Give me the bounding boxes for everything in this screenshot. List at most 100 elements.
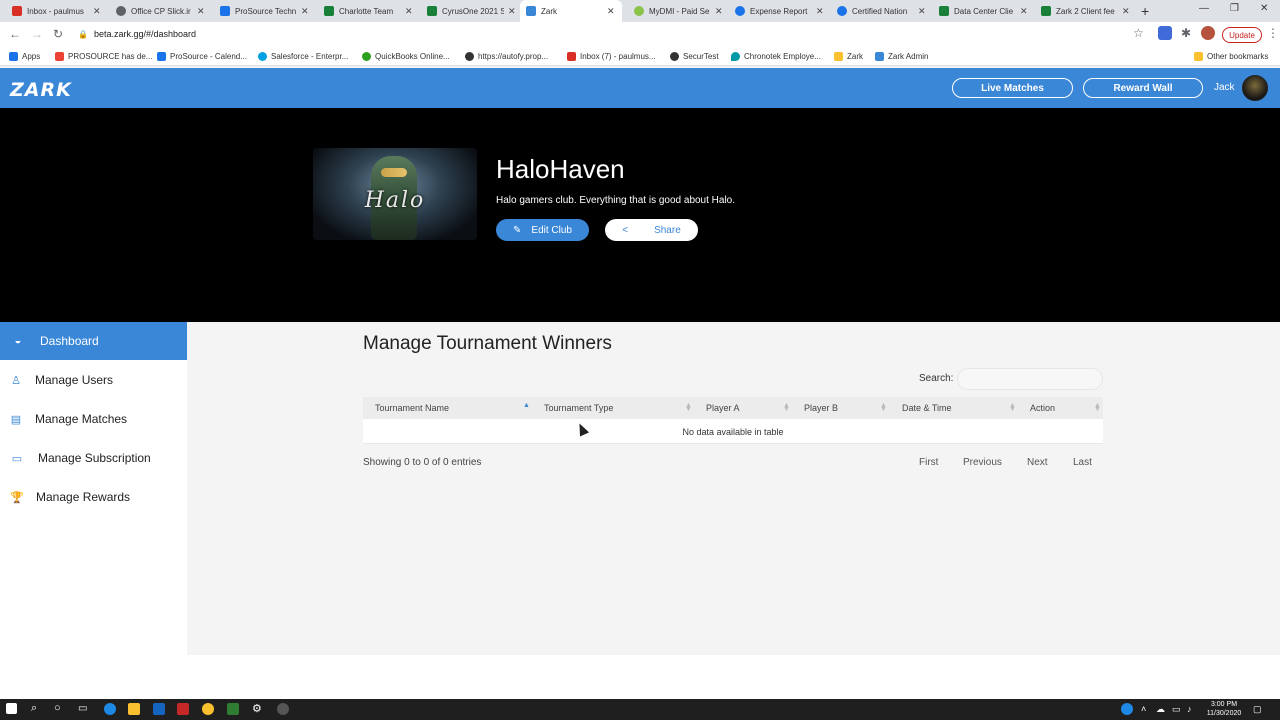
reward-wall-button[interactable]: Reward Wall (1083, 78, 1203, 98)
chrome-icon[interactable] (202, 703, 214, 715)
close-icon[interactable]: ✕ (607, 6, 615, 17)
help-icon[interactable] (1121, 703, 1133, 715)
username[interactable]: Jack (1214, 82, 1235, 93)
puzzle-icon[interactable]: ✱ (1181, 26, 1191, 40)
pagination-last[interactable]: Last (1073, 457, 1092, 468)
back-arrow-icon[interactable]: ← (9, 27, 21, 41)
task-view-icon[interactable]: ▭ (78, 703, 87, 714)
close-icon[interactable]: ✕ (301, 6, 309, 17)
app-icon[interactable] (277, 703, 289, 715)
pdf-icon[interactable] (177, 703, 189, 715)
close-icon[interactable]: ✕ (715, 6, 723, 17)
star-icon[interactable]: ☆ (1133, 26, 1144, 40)
credit-card-icon: ▭ (11, 452, 23, 465)
zark-logo[interactable]: ZARK (10, 79, 72, 101)
close-icon[interactable]: ✕ (918, 6, 926, 17)
windows-start-icon[interactable] (6, 703, 17, 714)
excel-icon[interactable] (227, 703, 239, 715)
bookmark[interactable]: Chronotek Employe... (731, 46, 821, 66)
pagination-previous[interactable]: Previous (963, 457, 1002, 468)
extension-icon[interactable] (1158, 26, 1172, 40)
live-matches-button[interactable]: Live Matches (952, 78, 1073, 98)
cloud-icon[interactable]: ☁ (1156, 704, 1165, 715)
browser-tab[interactable]: Inbox - paulmus ✕ (6, 0, 108, 22)
browser-tab[interactable]: CyrusOne 2021 S ✕ (421, 0, 523, 22)
file-explorer-icon[interactable] (128, 703, 140, 715)
close-icon[interactable]: ✕ (1122, 6, 1130, 17)
edge-icon[interactable] (104, 703, 116, 715)
restore-icon[interactable]: ❐ (1230, 3, 1239, 14)
new-tab-icon[interactable]: + (1141, 3, 1149, 19)
close-icon[interactable]: ✕ (508, 6, 516, 17)
dashboard-icon: ◒ (14, 335, 22, 347)
user-icon: ♙ (11, 374, 21, 387)
browser-tab[interactable]: Zark 2 Client fee ✕ (1035, 0, 1137, 22)
browser-tab[interactable]: Expense Report ✕ (729, 0, 831, 22)
bookmark[interactable]: https://autofy.prop... (465, 46, 548, 66)
search-input[interactable] (957, 368, 1103, 390)
browser-tab[interactable]: Certified Nation ✕ (831, 0, 933, 22)
sidebar-item-dashboard[interactable]: ◒ Dashboard (0, 322, 187, 360)
edit-icon: ✎ (513, 224, 522, 236)
column-tournament-name[interactable]: Tournament Name (375, 397, 531, 419)
sidebar-item-subscription[interactable]: ▭ Manage Subscription (0, 439, 187, 477)
browser-tab[interactable]: Charlotte Team ✕ (318, 0, 420, 22)
certified-icon (837, 6, 847, 16)
bookmark[interactable]: Zark Admin (875, 46, 928, 66)
column-player-a[interactable]: Player A (706, 397, 792, 419)
browser-tab[interactable]: Office CP Slick.ir ✕ (110, 0, 212, 22)
close-icon[interactable]: ✕ (1020, 6, 1028, 17)
share-icon: < (622, 224, 629, 236)
close-icon[interactable]: ✕ (93, 6, 101, 17)
update-button[interactable]: Update (1222, 27, 1262, 43)
browser-tab[interactable]: MyDMI - Paid Se ✕ (628, 0, 730, 22)
column-player-b[interactable]: Player B (804, 397, 890, 419)
profile-avatar[interactable] (1201, 26, 1215, 40)
close-icon[interactable]: ✕ (816, 6, 824, 17)
bookmark[interactable]: SecurTest (670, 46, 719, 66)
club-description: Halo gamers club. Everything that is goo… (496, 195, 736, 206)
bookmark[interactable]: Salesforce - Enterpr... (258, 46, 348, 66)
url-field[interactable]: 🔒 beta.zark.gg/#/dashboard (78, 24, 1148, 44)
volume-icon[interactable]: ♪ (1187, 704, 1192, 714)
column-date-time[interactable]: Date & Time (902, 397, 1014, 419)
system-clock[interactable]: 3:00 PM 11/30/2020 (1200, 700, 1248, 718)
bookmark[interactable]: Zark (834, 46, 863, 66)
column-action[interactable]: Action (1030, 397, 1096, 419)
google-icon (55, 51, 64, 61)
cortana-icon[interactable]: ○ (54, 702, 61, 714)
chevron-up-icon[interactable]: ˄ (1141, 704, 1146, 714)
window-close-icon[interactable]: ✕ (1260, 3, 1268, 14)
share-button[interactable]: < Share (605, 219, 698, 241)
notifications-icon[interactable]: ▢ (1253, 704, 1262, 715)
bookmark[interactable]: ProSource - Calend... (157, 46, 247, 66)
minimize-icon[interactable]: — (1199, 3, 1209, 14)
network-icon[interactable]: ▭ (1172, 704, 1181, 715)
bookmark[interactable]: QuickBooks Online... (362, 46, 450, 66)
sheets-icon (939, 6, 949, 16)
sidebar-item-matches[interactable]: ▤ Manage Matches (0, 400, 187, 438)
column-tournament-type[interactable]: Tournament Type (544, 397, 694, 419)
forward-arrow-icon[interactable]: → (31, 27, 43, 41)
edit-club-button[interactable]: ✎ Edit Club (496, 219, 589, 241)
outlook-icon[interactable] (153, 703, 165, 715)
bookmark[interactable]: Inbox (7) - paulmus... (567, 46, 656, 66)
search-icon[interactable]: ⌕ (31, 702, 37, 715)
menu-dots-icon[interactable]: ⋮ (1267, 26, 1279, 40)
avatar[interactable] (1242, 75, 1268, 101)
sidebar-item-rewards[interactable]: 🏆 Manage Rewards (0, 478, 187, 516)
page-footer-area (0, 655, 1280, 700)
pagination-next[interactable]: Next (1027, 457, 1048, 468)
sidebar-item-users[interactable]: ♙ Manage Users (0, 361, 187, 399)
other-bookmarks[interactable]: Other bookmarks (1194, 46, 1268, 66)
pagination-first[interactable]: First (919, 457, 938, 468)
reload-icon[interactable]: ↻ (53, 27, 63, 41)
browser-tab-active[interactable]: Zark ✕ (520, 0, 622, 22)
settings-icon[interactable]: ⚙ (252, 702, 262, 715)
bookmark-apps[interactable]: Apps (9, 46, 40, 66)
bookmark[interactable]: PROSOURCE has de... (55, 46, 152, 66)
close-icon[interactable]: ✕ (405, 6, 413, 17)
browser-tab[interactable]: Data Center Clie ✕ (933, 0, 1035, 22)
browser-tab[interactable]: ProSource Techn ✕ (214, 0, 316, 22)
close-icon[interactable]: ✕ (197, 6, 205, 17)
